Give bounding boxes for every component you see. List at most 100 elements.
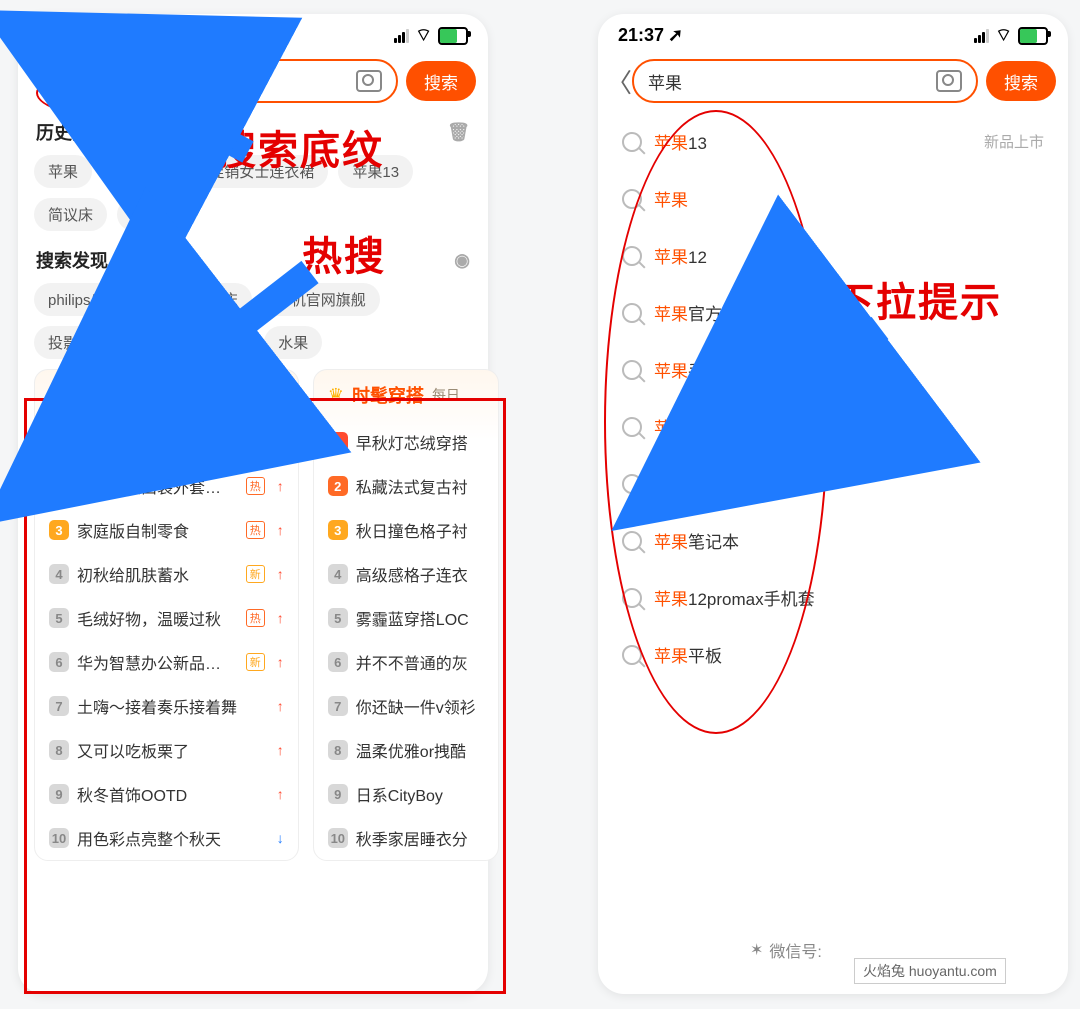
style-panel[interactable]: ♛ 时髦穿搭 每日 1早秋灯芯绒穿搭2私藏法式复古衬3秋日撞色格子衬4高级感格子…	[313, 369, 499, 861]
crown-icon: ♛	[49, 385, 65, 406]
discover-chip[interactable]: 手机官网旗舰	[262, 283, 380, 316]
hot-rank-row[interactable]: 8又可以吃板栗了↑	[35, 728, 298, 772]
search-icon	[622, 645, 642, 665]
discover-chip[interactable]: 投影仪 家用	[147, 326, 254, 359]
delete-icon[interactable]: 🗑	[447, 122, 470, 143]
rank-badge: 6	[328, 652, 348, 672]
rank-badge: 1	[49, 432, 69, 452]
rank-badge: 1	[328, 432, 348, 452]
trend-icon: ↑	[277, 786, 284, 802]
search-button[interactable]: 搜索	[406, 61, 476, 101]
autocomplete-row[interactable]: 苹果ipad	[598, 455, 1068, 512]
search-icon	[622, 417, 642, 437]
search-icon	[622, 360, 642, 380]
rank-badge: 3	[49, 520, 69, 540]
hot-rank-row[interactable]: 7土嗨～接着奏乐接着舞↑	[35, 684, 298, 728]
rank-badge: 10	[49, 828, 69, 848]
search-button[interactable]: 搜索	[986, 61, 1056, 101]
suggestion-text: 苹果13	[654, 129, 707, 154]
rank-badge: 4	[49, 564, 69, 584]
battery-icon	[1018, 27, 1048, 45]
suggestion-text: 苹果手机官网旗舰	[654, 357, 790, 382]
history-chip[interactable]: 简议床	[34, 198, 107, 231]
rank-badge: 4	[328, 564, 348, 584]
rank-badge: 10	[328, 828, 348, 848]
suggestion-text: 苹果12	[654, 243, 707, 268]
left-phone-frame: 21:35➚ ⌔ 〈 philips/小蜜蜂 搜索 历史搜索 🗑 苹果2021新…	[18, 14, 488, 994]
location-arrow-icon: ➚	[668, 25, 683, 46]
style-rank-row[interactable]: 7你还缺一件v领衫	[314, 684, 498, 728]
status-bar: 21:37➚ ⌔	[598, 14, 1068, 51]
discover-chip[interactable]: 简易木床	[164, 283, 252, 316]
rank-tag: 热	[246, 609, 265, 627]
style-rank-row[interactable]: 8 温柔优雅or拽酷	[314, 728, 498, 772]
suggestion-text: 苹果官方旗舰店官网	[654, 300, 807, 325]
rank-badge: 2	[49, 476, 69, 496]
rank-badge: 5	[49, 608, 69, 628]
location-arrow-icon: ➚	[88, 25, 103, 46]
trend-icon: ↑	[277, 566, 284, 582]
rank-text: 秋日超飒西装外套分享	[77, 474, 236, 498]
right-phone-frame: 21:37➚ ⌔ 〈 苹果 搜索 苹果13新品上市苹果苹果12苹果官方旗舰店官网…	[598, 14, 1068, 994]
search-input[interactable]: 苹果	[632, 59, 978, 103]
back-icon[interactable]: 〈	[26, 63, 44, 100]
trend-icon: ↓	[277, 830, 284, 846]
autocomplete-row[interactable]: 苹果	[598, 170, 1068, 227]
camera-icon[interactable]	[936, 70, 962, 92]
rank-text: 家庭版自制零食	[77, 518, 236, 542]
camera-icon[interactable]	[356, 70, 382, 92]
history-chip[interactable]: 苹果	[34, 155, 92, 188]
style-rank-row[interactable]: 9日系CityBoy	[314, 772, 498, 816]
style-rank-row[interactable]: 6并不不普通的灰	[314, 640, 498, 684]
autocomplete-row[interactable]: 苹果官方旗舰店官网	[598, 284, 1068, 341]
history-chip[interactable]: 2021新款花式促销女士连衣裙	[102, 155, 328, 188]
rank-tag: 新	[246, 653, 265, 671]
hot-rank-row[interactable]: 2秋日超飒西装外套分享热↑	[35, 464, 298, 508]
trend-icon: ↑	[277, 478, 284, 494]
suggestion-text: 苹果12promax手机套	[654, 585, 815, 610]
hot-rank-row[interactable]: 9秋冬首饰OOTD↑	[35, 772, 298, 816]
search-icon	[622, 474, 642, 494]
autocomplete-row[interactable]: 苹果平板	[598, 626, 1068, 683]
rank-text: 私藏法式复古衬	[356, 474, 484, 498]
hot-rank-row[interactable]: 4初秋给肌肤蓄水新↑	[35, 552, 298, 596]
trend-icon: ↑	[277, 698, 284, 714]
rank-text: 华为智慧办公新品首发	[77, 650, 236, 674]
back-icon[interactable]: 〈	[606, 63, 624, 100]
history-chip[interactable]: 苹果13	[338, 155, 413, 188]
autocomplete-row[interactable]: 苹果13 新品上市	[598, 113, 1068, 170]
style-rank-row[interactable]: 10秋季家居睡衣分	[314, 816, 498, 860]
autocomplete-row[interactable]: 苹果数据线	[598, 398, 1068, 455]
eye-icon[interactable]: ◉	[454, 250, 470, 271]
hot-rank-row[interactable]: 5毛绒好物，温暖过秋热↑	[35, 596, 298, 640]
autocomplete-row[interactable]: 苹果笔记本	[598, 512, 1068, 569]
discover-chip[interactable]: philips/小蜜蜂	[34, 283, 154, 316]
style-rank-row[interactable]: 1早秋灯芯绒穿搭	[314, 420, 498, 464]
discover-chip[interactable]: 投影机吊架	[34, 326, 137, 359]
suggestion-text: 苹果ipad	[654, 471, 720, 496]
style-rank-row[interactable]: 5雾霾蓝穿搭LOC	[314, 596, 498, 640]
suggestion-extra: 新品上市	[984, 131, 1044, 152]
style-rank-row[interactable]: 4高级感格子连衣	[314, 552, 498, 596]
search-input[interactable]: philips/小蜜蜂	[52, 59, 398, 103]
search-icon	[622, 246, 642, 266]
wechat-watermark: ✶微信号:	[750, 938, 822, 962]
style-rank-row[interactable]: 2私藏法式复古衬	[314, 464, 498, 508]
autocomplete-row[interactable]: 苹果手机官网旗舰	[598, 341, 1068, 398]
discover-chip[interactable]: 水果	[264, 326, 322, 359]
autocomplete-row[interactable]: 苹果12	[598, 227, 1068, 284]
style-rank-row[interactable]: 3秋日撞色格子衬	[314, 508, 498, 552]
chevron-right-icon: 〉	[268, 383, 284, 407]
panel-style-title: 时髦穿搭	[352, 382, 424, 408]
rank-badge: 8	[328, 740, 348, 760]
trend-icon: ↑	[277, 522, 284, 538]
autocomplete-row[interactable]: 苹果12promax手机套	[598, 569, 1068, 626]
hot-rank-row[interactable]: 10用色彩点亮整个秋天↓	[35, 816, 298, 860]
rank-text: 雾霾蓝穿搭LOC	[356, 606, 484, 630]
rank-text: 温柔优雅or拽酷	[356, 738, 484, 762]
hot-rank-row[interactable]: 3家庭版自制零食热↑	[35, 508, 298, 552]
hot-search-panel[interactable]: ♛ 淘宝热搜 今日热搜全知道 〉 1把克莱因蓝穿在身上热↑2秋日超飒西装外套分享…	[34, 369, 299, 861]
history-chip[interactable]: 简易床	[117, 198, 190, 231]
hot-rank-row[interactable]: 1把克莱因蓝穿在身上热↑	[35, 420, 298, 464]
hot-rank-row[interactable]: 6华为智慧办公新品首发新↑	[35, 640, 298, 684]
